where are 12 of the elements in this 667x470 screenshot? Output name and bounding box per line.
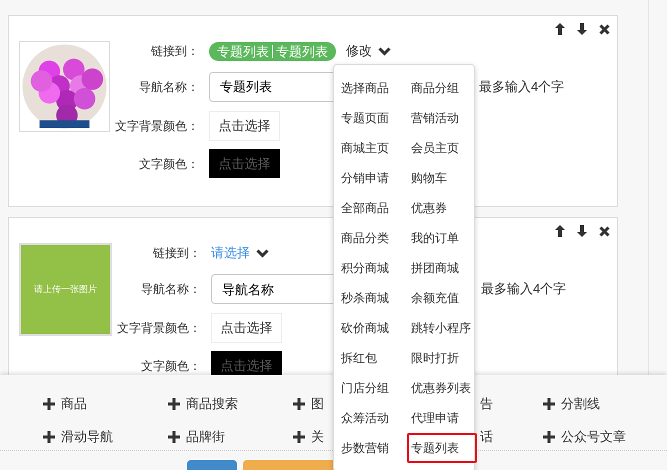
field-label: 链接到： (150, 43, 199, 60)
max-length-hint: 最多输入4个字 (481, 280, 566, 298)
upload-hint: 请上传一张图片 (34, 282, 97, 296)
field-label: 文字颜色： (140, 358, 201, 374)
link-tag: 专题列表 专题列表 (209, 42, 336, 60)
field-label: 文字背景颜色： (114, 118, 199, 135)
max-length-hint: 最多输入4个字 (479, 78, 564, 96)
field-label: 导航名称： (140, 281, 201, 298)
field-label: 链接到： (152, 245, 201, 262)
field-label: 导航名称： (138, 79, 199, 96)
field-label: 文字颜色： (138, 156, 199, 172)
field-label: 文字背景颜色： (116, 320, 201, 337)
